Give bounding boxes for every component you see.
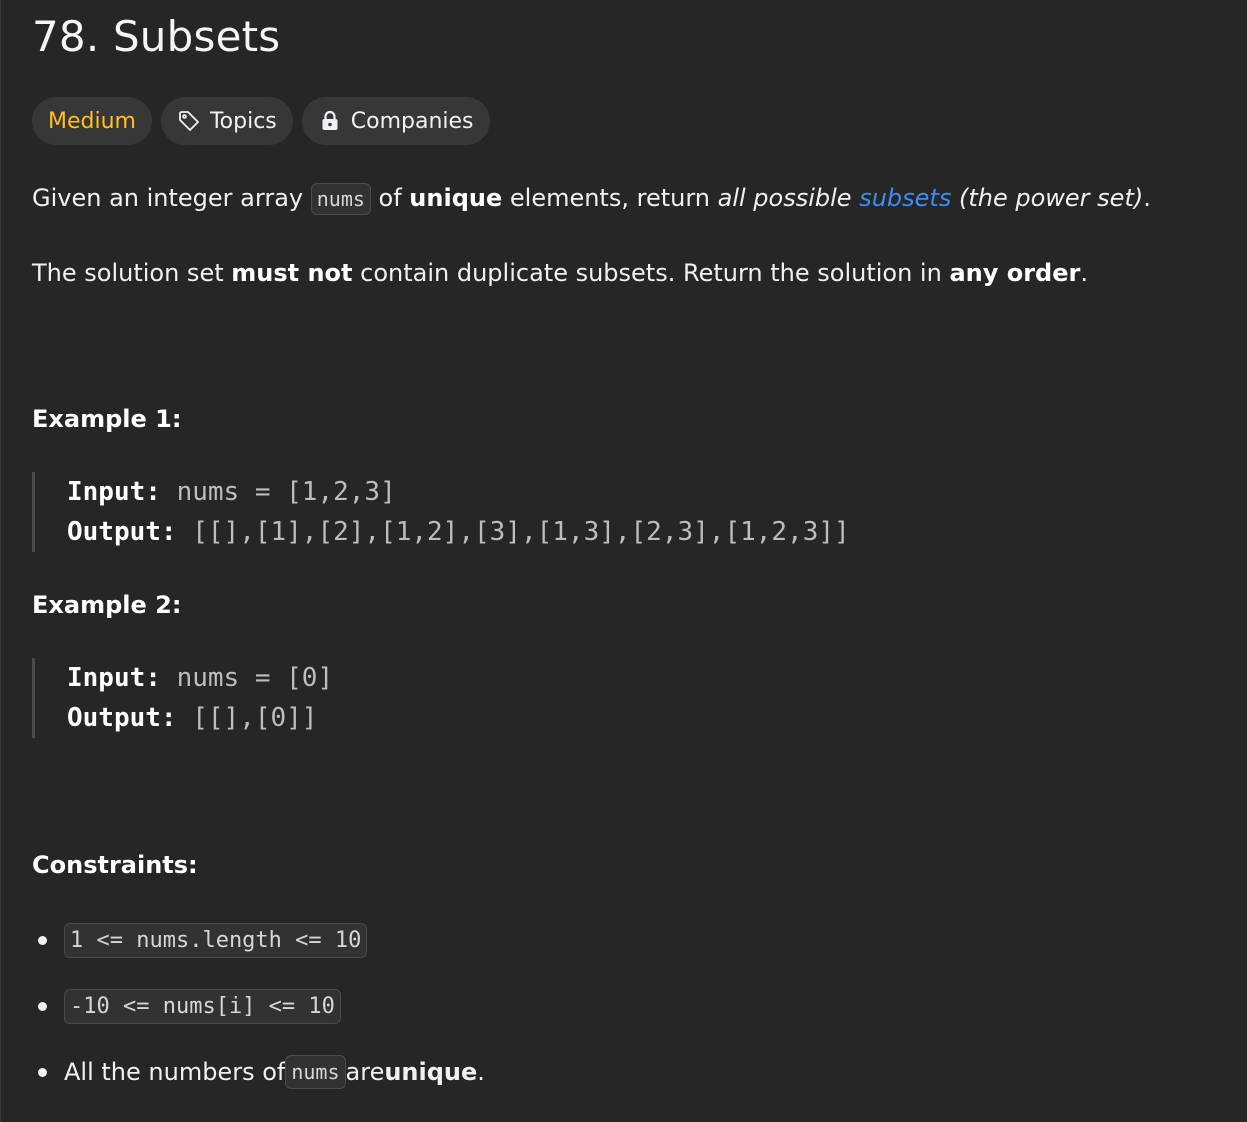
bold-text: unique: [384, 1058, 478, 1086]
difficulty-badge[interactable]: Medium: [32, 97, 152, 145]
inline-code: nums: [310, 183, 371, 215]
example-2-heading: Example 2:: [32, 591, 182, 619]
output-label: Output:: [67, 517, 177, 547]
inline-code: nums: [285, 1055, 346, 1089]
italic-text: all possible: [717, 184, 852, 212]
constraint-code: 1 <= nums.length <= 10: [64, 923, 368, 958]
output-label: Output:: [67, 703, 177, 733]
example-1-output: Output: [[],[1],[2],[1,2],[3],[1,3],[2,3…: [67, 512, 850, 552]
tag-bar: Medium Topics Companies: [32, 97, 490, 145]
bold-text: unique: [409, 184, 503, 212]
constraint-item: 1 <= nums.length <= 10: [32, 923, 368, 958]
text: are: [345, 1058, 385, 1086]
input-value: nums = [0]: [160, 663, 334, 693]
text: elements, return: [502, 184, 718, 212]
input-label: Input:: [67, 477, 161, 507]
constraints-heading: Constraints:: [32, 851, 198, 879]
text: of: [370, 184, 410, 212]
input-value: nums = [1,2,3]: [160, 477, 396, 507]
example-1-heading: Example 1:: [32, 405, 182, 433]
companies-label: Companies: [350, 108, 474, 134]
italic-text: (the power set): [958, 184, 1144, 212]
topics-label: Topics: [209, 108, 277, 134]
subsets-link[interactable]: subsets: [859, 184, 951, 212]
companies-button[interactable]: Companies: [301, 97, 490, 145]
text: .: [1143, 184, 1151, 212]
constraint-item: All the numbers of nums are unique.: [32, 1055, 485, 1089]
description-paragraph-1: Given an integer array nums of unique el…: [32, 180, 1151, 217]
page-title: 78. Subsets: [32, 12, 281, 61]
output-value: [[],[0]]: [176, 703, 318, 733]
difficulty-label: Medium: [48, 108, 136, 134]
description-paragraph-2: The solution set must not contain duplic…: [32, 255, 1088, 291]
constraint-code: -10 <= nums[i] <= 10: [64, 989, 341, 1024]
example-2-input: Input: nums = [0]: [67, 658, 333, 698]
example-1-input: Input: nums = [1,2,3]: [67, 472, 850, 512]
text: [951, 184, 959, 212]
tag-icon: [177, 109, 201, 133]
example-2-block: Input: nums = [0] Output: [[],[0]]: [32, 658, 333, 738]
example-1-block: Input: nums = [1,2,3] Output: [[],[1],[2]…: [32, 472, 850, 552]
text: All the numbers of: [64, 1058, 286, 1086]
constraint-item: -10 <= nums[i] <= 10: [32, 989, 341, 1024]
text: .: [1080, 259, 1088, 287]
bullet-dot: [38, 1002, 47, 1011]
bullet-dot: [38, 1067, 47, 1077]
topics-button[interactable]: Topics: [160, 97, 293, 145]
example-2-output: Output: [[],[0]]: [67, 698, 333, 738]
bold-text: must not: [231, 259, 353, 287]
bold-text: any order: [949, 259, 1081, 287]
text: contain duplicate subsets. Return the so…: [352, 259, 950, 287]
text: The solution set: [32, 259, 232, 287]
input-label: Input:: [67, 663, 161, 693]
bullet-dot: [38, 936, 47, 945]
output-value: [[],[1],[2],[1,2],[3],[1,3],[2,3],[1,2,3…: [176, 517, 850, 547]
text: .: [477, 1058, 485, 1086]
lock-icon: [318, 109, 342, 133]
text: Given an integer array: [32, 184, 311, 212]
